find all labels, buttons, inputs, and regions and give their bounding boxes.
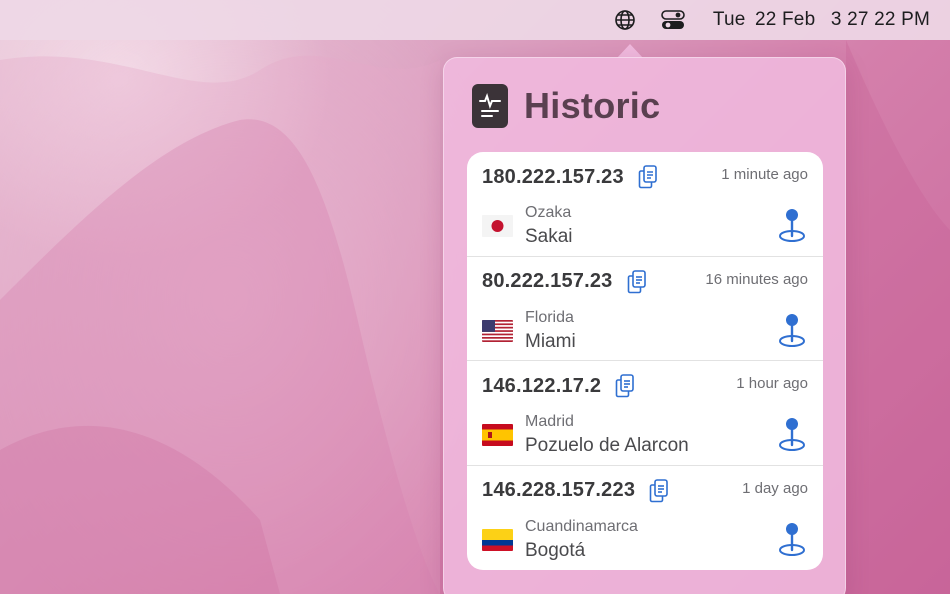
historic-popover: Historic 180.222.157.23 1 minute ago Oza… — [443, 57, 846, 594]
region-label: Ozaka — [525, 204, 572, 221]
clock-day: Tue — [712, 9, 746, 30]
spain-flag — [482, 424, 513, 446]
city-label: Bogotá — [525, 539, 586, 561]
control-center-icon[interactable] — [653, 5, 693, 35]
menu-bar: Tue 22 Feb 3 27 22 PM — [0, 0, 950, 40]
menubar-clock[interactable]: Tue 22 Feb 3 27 22 PM — [713, 9, 930, 31]
map-pin-icon[interactable] — [777, 522, 807, 558]
clock-date: 22 Feb — [754, 9, 816, 30]
timestamp: 16 minutes ago — [705, 270, 808, 288]
timestamp: 1 minute ago — [721, 166, 808, 183]
city-label: Pozuelo de Alarcon — [525, 435, 689, 456]
copy-icon[interactable] — [636, 164, 660, 190]
ip-row: 146.122.17.2 — [482, 373, 637, 399]
region-label: Florida — [525, 308, 574, 326]
timestamp: 1 day ago — [742, 479, 808, 497]
ip-row: 80.222.157.23 — [482, 269, 649, 295]
timestamp: 1 hour ago — [736, 375, 808, 392]
list-item: 80.222.157.23 16 minutes ago Florida Mia… — [467, 257, 823, 361]
ip-row: 146.228.157.223 — [482, 478, 671, 504]
map-pin-icon[interactable] — [777, 417, 807, 453]
region-label: Cuandinamarca — [525, 517, 638, 535]
copy-icon[interactable] — [625, 269, 649, 295]
popover-arrow — [617, 44, 643, 58]
region-label: Madrid — [525, 413, 574, 430]
page-title: Historic — [524, 85, 661, 126]
app-icon — [472, 84, 508, 128]
map-pin-icon[interactable] — [777, 313, 807, 349]
list-item: 180.222.157.23 1 minute ago Ozaka Sakai — [467, 152, 823, 257]
globe-icon[interactable] — [605, 5, 645, 35]
map-pin-icon[interactable] — [777, 208, 807, 244]
ip-address: 146.122.17.2 — [482, 374, 602, 397]
japan-flag — [482, 215, 513, 237]
city-label: Miami — [525, 330, 576, 352]
history-list: 180.222.157.23 1 minute ago Ozaka Sakai — [467, 152, 823, 570]
ip-address: 80.222.157.23 — [482, 270, 613, 292]
popover-header: Historic — [472, 84, 660, 128]
usa-flag — [482, 319, 513, 342]
copy-icon[interactable] — [613, 373, 637, 399]
copy-icon[interactable] — [647, 478, 671, 504]
list-item: 146.122.17.2 1 hour ago Madrid Pozuelo d… — [467, 361, 823, 466]
colombia-flag — [482, 528, 513, 551]
ip-address: 180.222.157.23 — [482, 165, 624, 188]
ip-address: 146.228.157.223 — [482, 479, 636, 501]
list-item: 146.228.157.223 1 day ago Cuandinamarca … — [467, 466, 823, 571]
city-label: Sakai — [525, 226, 573, 247]
clock-time: 3 27 22 PM — [830, 9, 930, 30]
ip-row: 180.222.157.23 — [482, 164, 660, 190]
